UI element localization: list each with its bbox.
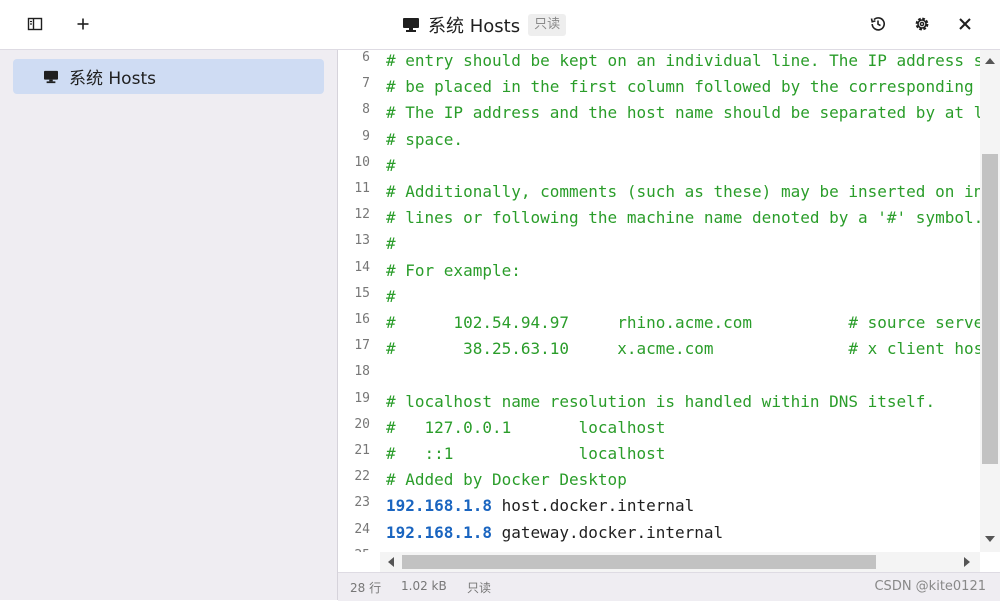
line-content: # 38.25.63.10 x.acme.com # x client hos	[386, 339, 980, 359]
window-title: 系统 Hosts 只读	[402, 12, 567, 38]
line-content: #	[386, 286, 396, 306]
line-content: # For example:	[386, 260, 521, 280]
code-editor[interactable]: 6 # entry should be kept on an individual…	[338, 50, 980, 552]
line-number: 9	[362, 128, 370, 144]
line-content: # entry should be kept on an individual …	[386, 51, 980, 70]
line-number: 7	[362, 76, 370, 92]
code-line: 17 # 38.25.63.10 x.acme.com # x client ho…	[338, 336, 980, 362]
line-content: # ::1 localhost	[386, 444, 666, 463]
horizontal-scroll-thumb[interactable]	[402, 555, 876, 569]
line-number: 17	[354, 338, 370, 354]
line-content: 192.168.1.8 host.docker.internal	[386, 493, 694, 519]
scroll-up-arrow-icon[interactable]	[985, 58, 995, 64]
code-line: 11 # Additionally, comments (such as thes…	[338, 179, 980, 205]
code-line: 6 # entry should be kept on an individual…	[338, 50, 980, 74]
file-size: 1.02 kB	[401, 579, 447, 593]
readonly-status: 只读	[467, 581, 492, 595]
line-number: 19	[354, 390, 370, 406]
code-line: 7 # be placed in the first column followe…	[338, 74, 980, 100]
line-number: 18	[354, 364, 370, 380]
line-content: # Additionally, comments (such as these)…	[386, 182, 980, 201]
watermark: CSDN @kite0121	[874, 579, 986, 594]
line-number: 14	[354, 259, 370, 275]
line-content: #	[386, 155, 396, 175]
code-line: 24 192.168.1.8 gateway.docker.internal	[338, 520, 980, 546]
line-number: 24	[354, 521, 370, 537]
line-number: 15	[354, 285, 370, 301]
code-line: 22 # Added by Docker Desktop	[338, 467, 980, 493]
line-number: 6	[362, 50, 370, 65]
code-line: 16 # 102.54.94.97 rhino.acme.com # source…	[338, 310, 980, 336]
ip-address: 192.168.1.8	[386, 522, 492, 542]
code-line: 19 # localhost name resolution is handled…	[338, 389, 980, 415]
scroll-left-arrow-icon[interactable]	[388, 557, 394, 567]
vertical-scroll-thumb[interactable]	[982, 154, 998, 464]
line-number: 8	[362, 102, 370, 118]
line-number: 13	[354, 233, 370, 249]
code-line: 9 # space.	[338, 127, 980, 153]
code-line: 18	[338, 362, 980, 388]
line-content: # Added by Docker Desktop	[386, 470, 627, 490]
line-number: 20	[354, 416, 370, 432]
line-number: 22	[354, 469, 370, 485]
code-line: 14 # For example:	[338, 258, 980, 284]
code-line: 21 # ::1 localhost	[338, 441, 980, 467]
plus-icon[interactable]	[71, 12, 95, 36]
code-line: 8 # The IP address and the host name shou…	[338, 100, 980, 126]
close-icon[interactable]	[953, 12, 977, 36]
sidebar: 系统 Hosts	[0, 50, 338, 600]
hostname: gateway.docker.internal	[501, 522, 724, 542]
line-number: 12	[354, 207, 370, 223]
gear-icon[interactable]	[910, 12, 934, 36]
line-content: #	[386, 234, 396, 254]
sidebar-item-system-hosts[interactable]: 系统 Hosts	[13, 59, 324, 94]
monitor-icon	[43, 68, 61, 86]
ip-address: 192.168.1.8	[386, 496, 492, 516]
line-number: 25	[338, 543, 370, 552]
line-content: # lines or following the machine name de…	[386, 208, 980, 228]
code-line: 12 # lines or following the machine name …	[338, 205, 980, 231]
line-number: 10	[354, 154, 370, 170]
sidebar-toggle-icon[interactable]	[23, 12, 47, 36]
code-line: 23 192.168.1.8 host.docker.internal	[338, 493, 980, 519]
readonly-badge: 只读	[528, 14, 567, 36]
line-content: # 127.0.0.1 localhost	[386, 417, 666, 437]
code-line: 15 #	[338, 284, 980, 310]
line-number: 16	[354, 312, 370, 327]
scroll-right-arrow-icon[interactable]	[964, 557, 970, 567]
line-count: 28 行	[350, 581, 382, 595]
line-content: # space.	[386, 129, 464, 149]
horizontal-scrollbar[interactable]	[380, 552, 980, 572]
line-content: # localhost name resolution is handled w…	[386, 391, 936, 411]
status-bar: 28 行 1.02 kB 只读 CSDN @kite0121	[338, 572, 1000, 601]
vertical-scrollbar[interactable]	[980, 50, 1000, 552]
code-line: 10 #	[338, 153, 980, 179]
line-content: # 102.54.94.97 rhino.acme.com # source s…	[386, 313, 980, 332]
line-content: # be placed in the first column followed…	[386, 77, 974, 97]
hostname: host.docker.internal	[501, 496, 695, 516]
line-number: 23	[354, 495, 370, 511]
top-bar: 系统 Hosts 只读	[0, 0, 1000, 50]
line-number: 21	[354, 443, 370, 458]
code-line: 20 # 127.0.0.1 localhost	[338, 415, 980, 441]
code-line: 13 #	[338, 231, 980, 257]
monitor-icon	[402, 16, 420, 34]
sidebar-item-label: 系统 Hosts	[69, 69, 156, 89]
line-content: # The IP address and the host name shoul…	[386, 103, 980, 123]
line-content: 192.168.1.8 gateway.docker.internal	[386, 520, 723, 546]
history-icon[interactable]	[866, 12, 890, 36]
line-number: 11	[354, 181, 370, 196]
title-text: 系统 Hosts	[428, 16, 521, 37]
scroll-down-arrow-icon[interactable]	[985, 536, 995, 542]
